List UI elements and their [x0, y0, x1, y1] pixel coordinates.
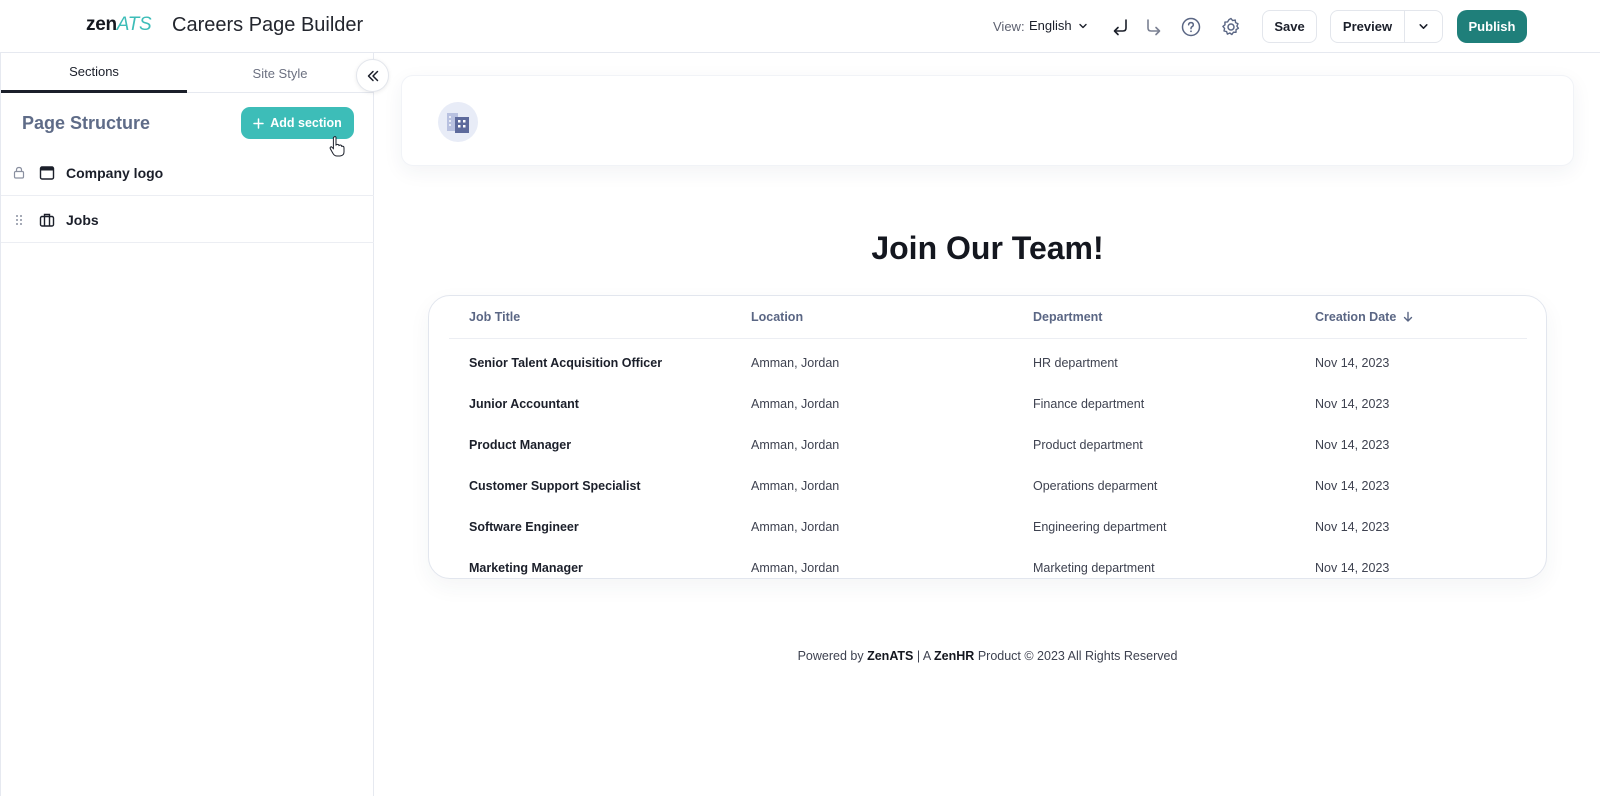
column-header-location[interactable]: Location	[751, 310, 803, 324]
page-preview-canvas: Join Our Team! Job Title Location Depart…	[375, 53, 1600, 796]
table-header-divider	[449, 338, 1527, 339]
creation-date-cell: Nov 14, 2023	[1315, 356, 1390, 370]
footer-rights: Product © 2023 All Rights Reserved	[977, 649, 1178, 663]
redo-button[interactable]	[1140, 14, 1166, 40]
company-building-icon	[438, 102, 478, 142]
sidebar: Sections Site Style Page Structure Add s…	[0, 53, 374, 796]
company-logo-section[interactable]	[401, 75, 1574, 166]
browser-window-icon	[39, 165, 55, 180]
creation-date-cell: Nov 14, 2023	[1315, 479, 1390, 493]
column-header-job-title[interactable]: Job Title	[469, 310, 520, 324]
tab-site-style[interactable]: Site Style	[187, 53, 373, 93]
job-title-cell[interactable]: Senior Talent Acquisition Officer	[469, 356, 662, 370]
language-value: English	[1029, 18, 1072, 33]
double-chevron-left-icon	[367, 70, 378, 81]
jobs-heading: Join Our Team!	[871, 230, 1104, 266]
save-button[interactable]: Save	[1262, 10, 1317, 43]
view-label: View:	[993, 19, 1025, 34]
location-cell: Amman, Jordan	[751, 520, 840, 534]
table-row[interactable]: Product Manager Amman, Jordan Product de…	[429, 426, 1548, 466]
add-section-label: Add section	[270, 116, 342, 130]
top-bar: zenATS Careers Page Builder View: Englis…	[0, 0, 1600, 53]
help-button[interactable]	[1178, 14, 1204, 40]
preview-options-button[interactable]	[1405, 11, 1442, 42]
table-row[interactable]: Senior Talent Acquisition Officer Amman,…	[429, 344, 1548, 384]
structure-item-company-logo[interactable]: Company logo	[1, 150, 374, 196]
department-cell: Product department	[1033, 438, 1143, 452]
creation-date-cell: Nov 14, 2023	[1315, 520, 1390, 534]
table-row[interactable]: Software Engineer Amman, Jordan Engineer…	[429, 508, 1548, 548]
structure-item-label: Company logo	[66, 164, 164, 181]
footer-powered-by: Powered by	[797, 649, 864, 663]
department-cell: Marketing department	[1033, 561, 1155, 575]
creation-date-cell: Nov 14, 2023	[1315, 397, 1390, 411]
job-title-cell[interactable]: Product Manager	[469, 438, 571, 452]
app-title: Careers Page Builder	[172, 14, 364, 36]
help-icon	[1181, 17, 1201, 37]
job-title-cell[interactable]: Marketing Manager	[469, 561, 583, 575]
table-row[interactable]: Customer Support Specialist Amman, Jorda…	[429, 467, 1548, 507]
page-footer: Powered by ZenATS | A ZenHR Product © 20…	[375, 649, 1600, 663]
department-cell: HR department	[1033, 356, 1118, 370]
tab-sections[interactable]: Sections	[1, 53, 187, 93]
settings-icon	[1222, 17, 1240, 36]
creation-date-cell: Nov 14, 2023	[1315, 561, 1390, 575]
sidebar-tabs: Sections Site Style	[1, 53, 374, 93]
department-cell: Operations deparment	[1033, 479, 1158, 493]
language-select[interactable]: English	[1029, 18, 1088, 33]
undo-button[interactable]	[1108, 14, 1134, 40]
table-row[interactable]: Junior Accountant Amman, Jordan Finance …	[429, 385, 1548, 425]
footer-brand-zenats: ZenATS	[867, 649, 914, 663]
department-cell: Finance department	[1033, 397, 1145, 411]
column-header-label: Creation Date	[1315, 310, 1397, 324]
sort-descending-icon	[1404, 311, 1413, 322]
publish-button[interactable]: Publish	[1457, 10, 1527, 43]
settings-button[interactable]	[1218, 14, 1244, 40]
chevron-down-icon	[1078, 23, 1087, 28]
page-structure-title: Page Structure	[22, 113, 151, 133]
preview-button[interactable]: Preview	[1331, 11, 1405, 42]
collapse-sidebar-button[interactable]	[356, 59, 389, 92]
briefcase-icon	[39, 213, 55, 227]
location-cell: Amman, Jordan	[751, 397, 840, 411]
jobs-table: Job Title Location Department Creation D…	[428, 295, 1547, 579]
table-row[interactable]: Marketing Manager Amman, Jordan Marketin…	[429, 549, 1548, 589]
structure-item-label: Jobs	[66, 211, 99, 228]
job-title-cell[interactable]: Customer Support Specialist	[469, 479, 641, 493]
structure-item-jobs[interactable]: Jobs	[1, 197, 374, 243]
location-cell: Amman, Jordan	[751, 561, 840, 575]
location-cell: Amman, Jordan	[751, 356, 840, 370]
creation-date-cell: Nov 14, 2023	[1315, 438, 1390, 452]
location-cell: Amman, Jordan	[751, 479, 840, 493]
footer-separator: | A	[916, 649, 931, 663]
location-cell: Amman, Jordan	[751, 438, 840, 452]
department-cell: Engineering department	[1033, 520, 1167, 534]
plus-icon	[253, 117, 264, 129]
zenats-logo[interactable]: zenATS	[86, 14, 152, 36]
job-title-cell[interactable]: Software Engineer	[469, 520, 579, 534]
chevron-down-icon	[1419, 24, 1428, 29]
redo-icon	[1147, 19, 1161, 36]
footer-brand-zenhr: ZenHR	[934, 649, 975, 663]
preview-button-group: Preview	[1330, 10, 1443, 43]
lock-icon	[13, 166, 25, 180]
job-title-cell[interactable]: Junior Accountant	[469, 397, 579, 411]
drag-handle-icon[interactable]	[13, 213, 25, 227]
undo-icon	[1113, 19, 1127, 36]
column-header-creation-date[interactable]: Creation Date	[1315, 310, 1414, 324]
column-header-department[interactable]: Department	[1033, 310, 1102, 324]
